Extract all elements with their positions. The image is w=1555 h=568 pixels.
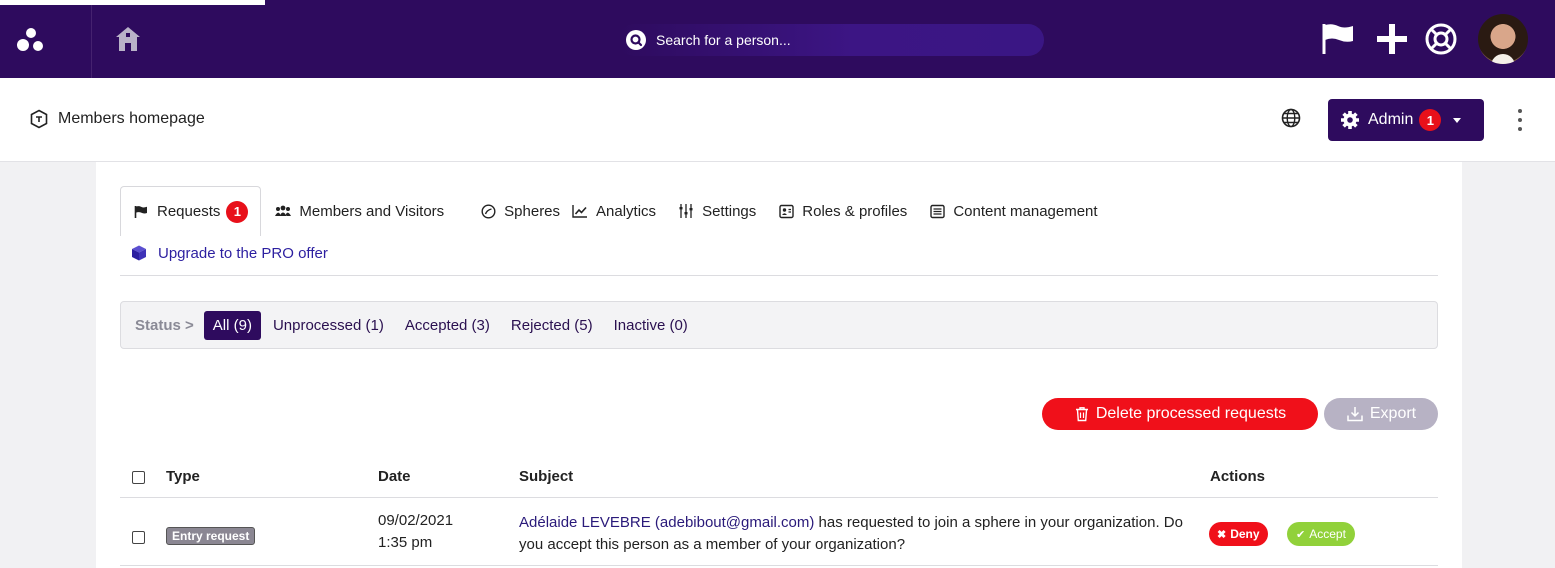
sliders-icon bbox=[678, 203, 694, 219]
hexagon-home-icon bbox=[30, 109, 48, 129]
tab-settings[interactable]: Settings bbox=[668, 186, 768, 236]
page-header: Members homepage Admin 1 bbox=[0, 78, 1555, 162]
page-title: Members homepage bbox=[58, 110, 205, 127]
filter-unprocessed[interactable]: Unprocessed (1) bbox=[264, 311, 393, 340]
logo-icon[interactable] bbox=[16, 26, 46, 54]
cube-icon bbox=[132, 245, 146, 261]
help-icon[interactable] bbox=[1424, 14, 1464, 64]
table-header: Type Date Subject Actions bbox=[120, 458, 1438, 498]
tab-label: Requests bbox=[157, 203, 221, 220]
status-label: Status > bbox=[135, 316, 194, 334]
tab-label: Members and Visitors bbox=[299, 202, 445, 220]
accept-label: Accept bbox=[1309, 527, 1346, 541]
more-options-icon[interactable] bbox=[1516, 109, 1524, 131]
tab-content-management[interactable]: Content management bbox=[919, 186, 1109, 236]
topbar-divider bbox=[91, 5, 92, 78]
admin-menu-button[interactable]: Admin 1 bbox=[1328, 99, 1484, 141]
gear-icon bbox=[1341, 111, 1359, 129]
tab-divider bbox=[120, 275, 1438, 276]
checkmark-icon: ✔ bbox=[1296, 528, 1306, 541]
status-filter-bar: Status > All (9) Unprocessed (1) Accepte… bbox=[120, 301, 1438, 349]
admin-notification-badge: 1 bbox=[1419, 109, 1442, 131]
tab-label: Content management bbox=[953, 202, 1098, 220]
tab-members-and-visitors[interactable]: Members and Visitors bbox=[263, 186, 456, 236]
download-icon bbox=[1347, 407, 1363, 422]
id-card-icon bbox=[778, 203, 794, 219]
top-navigation-bar: Search for a person... bbox=[0, 0, 1555, 78]
requester-link[interactable]: Adélaide LEVEBRE (adebibout@gmail.com) bbox=[519, 514, 814, 531]
deny-label: Deny bbox=[1230, 527, 1260, 541]
breadcrumb[interactable]: Members homepage bbox=[29, 109, 205, 129]
tab-analytics[interactable]: Analytics bbox=[572, 186, 668, 236]
request-date: 09/02/2021 bbox=[378, 512, 454, 529]
tab-roles-and-profiles[interactable]: Roles & profiles bbox=[768, 186, 919, 236]
export-button[interactable]: Export bbox=[1324, 398, 1438, 430]
delete-processed-requests-button[interactable]: Delete processed requests bbox=[1042, 398, 1318, 430]
home-icon[interactable] bbox=[113, 24, 143, 54]
upgrade-pro-link[interactable]: Upgrade to the PRO offer bbox=[130, 244, 328, 262]
request-subject: Adélaide LEVEBRE (adebibout@gmail.com) h… bbox=[519, 512, 1199, 556]
filter-inactive[interactable]: Inactive (0) bbox=[605, 311, 697, 340]
person-search[interactable]: Search for a person... bbox=[618, 24, 1044, 56]
export-label: Export bbox=[1369, 405, 1417, 422]
column-header-actions: Actions bbox=[1210, 468, 1266, 485]
tab-label: Settings bbox=[702, 202, 757, 220]
flag-icon[interactable] bbox=[1320, 14, 1360, 64]
x-icon: ✖ bbox=[1217, 528, 1227, 541]
request-time: 1:35 pm bbox=[378, 534, 433, 551]
filter-all[interactable]: All (9) bbox=[203, 310, 261, 340]
column-header-subject[interactable]: Subject bbox=[519, 468, 573, 485]
admin-label: Admin bbox=[1368, 111, 1414, 128]
globe-icon[interactable] bbox=[1281, 108, 1301, 128]
user-avatar[interactable] bbox=[1478, 14, 1528, 64]
top-strip bbox=[0, 0, 265, 5]
table-row: Entry request 09/02/2021 1:35 pm Adélaid… bbox=[120, 499, 1438, 566]
chart-icon bbox=[572, 203, 588, 219]
tab-label: Analytics bbox=[596, 202, 657, 220]
trash-icon bbox=[1075, 407, 1088, 422]
search-icon bbox=[624, 28, 648, 52]
chevron-down-icon bbox=[1453, 117, 1462, 123]
row-checkbox[interactable] bbox=[132, 531, 145, 544]
requests-count-badge: 1 bbox=[226, 200, 249, 223]
request-type-badge: Entry request bbox=[166, 527, 256, 545]
select-all-checkbox[interactable] bbox=[132, 471, 145, 484]
tab-label: Spheres bbox=[504, 202, 561, 220]
plus-icon[interactable] bbox=[1374, 14, 1414, 64]
main-panel: Requests 1 Members and Visitors Spheres … bbox=[96, 162, 1462, 568]
column-header-date[interactable]: Date bbox=[378, 468, 411, 485]
tab-bar: Requests 1 Members and Visitors Spheres … bbox=[120, 186, 1110, 236]
tab-requests[interactable]: Requests 1 bbox=[120, 186, 262, 236]
people-icon bbox=[275, 203, 292, 219]
sphere-icon bbox=[480, 203, 496, 219]
tab-spheres[interactable]: Spheres bbox=[468, 186, 572, 236]
flag-icon bbox=[133, 204, 149, 220]
list-icon bbox=[929, 203, 945, 219]
tab-label: Roles & profiles bbox=[802, 202, 908, 220]
accept-button[interactable]: ✔ Accept bbox=[1287, 522, 1355, 546]
filter-rejected[interactable]: Rejected (5) bbox=[502, 311, 602, 340]
delete-label: Delete processed requests bbox=[1095, 405, 1287, 422]
deny-button[interactable]: ✖ Deny bbox=[1209, 522, 1268, 546]
search-placeholder[interactable]: Search for a person... bbox=[656, 32, 791, 48]
column-header-type[interactable]: Type bbox=[166, 468, 200, 485]
filter-accepted[interactable]: Accepted (3) bbox=[396, 311, 499, 340]
upgrade-label: Upgrade to the PRO offer bbox=[158, 244, 328, 262]
